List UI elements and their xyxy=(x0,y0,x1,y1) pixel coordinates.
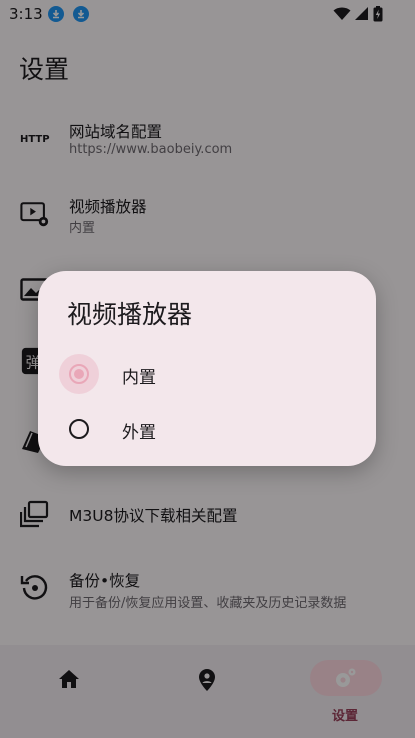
radio-button[interactable] xyxy=(69,419,89,439)
settings-screen: 3:13 设置 HTTP 网站域名配置 https://www.baobeiy.… xyxy=(0,0,415,738)
dialog-title: 视频播放器 xyxy=(67,300,193,329)
option-external[interactable]: 外置 xyxy=(38,403,376,455)
option-label: 内置 xyxy=(122,368,156,388)
radio-button-selected[interactable] xyxy=(69,364,89,384)
video-player-dialog: 视频播放器 内置 外置 xyxy=(38,271,376,466)
option-label: 外置 xyxy=(122,423,156,443)
option-builtin[interactable]: 内置 xyxy=(38,348,376,400)
